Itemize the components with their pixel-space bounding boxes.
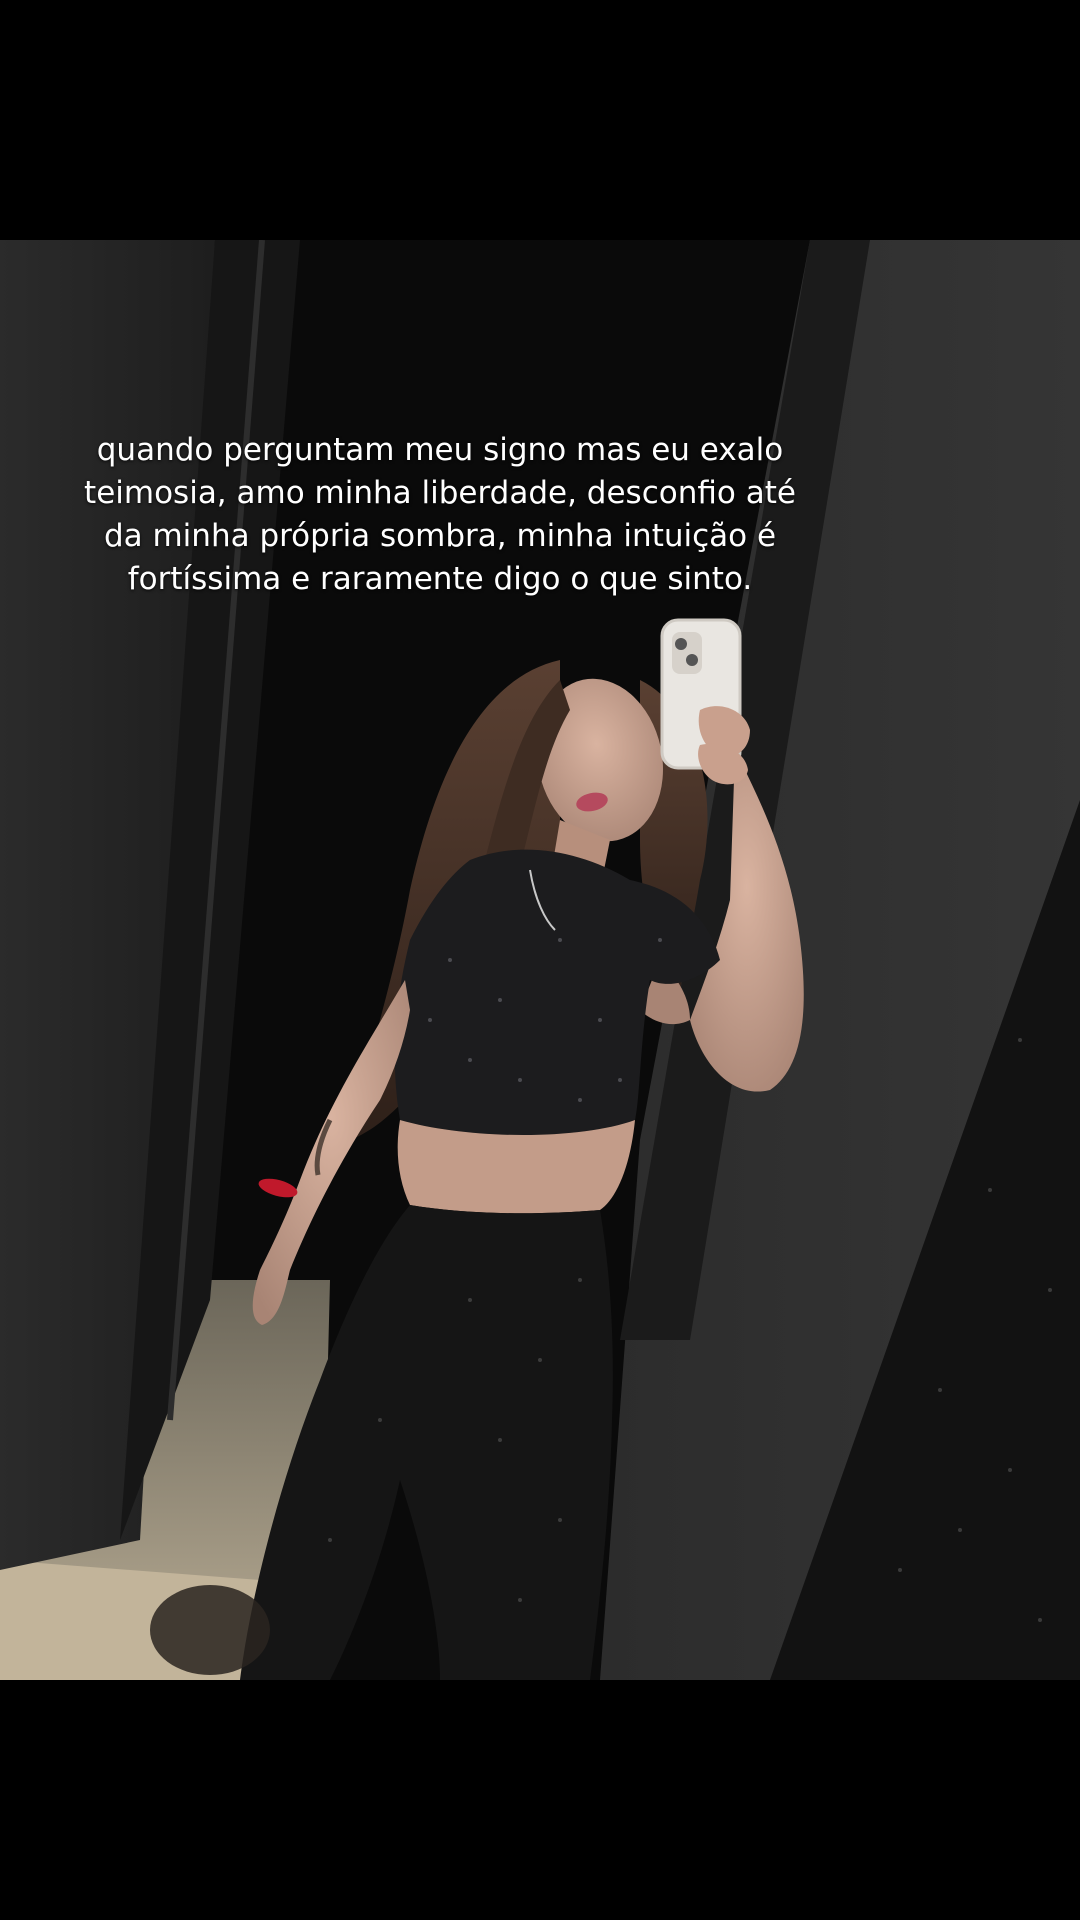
bottom-letterbox bbox=[0, 1680, 1080, 1920]
video-caption: quando perguntam meu signo mas eu exalo … bbox=[40, 429, 840, 601]
top-letterbox bbox=[0, 0, 1080, 240]
video-frame[interactable]: quando perguntam meu signo mas eu exalo … bbox=[0, 240, 1080, 1680]
caption-line: teimosia, amo minha liberdade, desconfio… bbox=[84, 475, 796, 511]
caption-line: fortíssima e raramente digo o que sinto. bbox=[127, 561, 753, 597]
caption-line: da minha própria sombra, minha intuição … bbox=[103, 518, 777, 554]
caption-line: quando perguntam meu signo mas eu exalo bbox=[96, 432, 784, 468]
